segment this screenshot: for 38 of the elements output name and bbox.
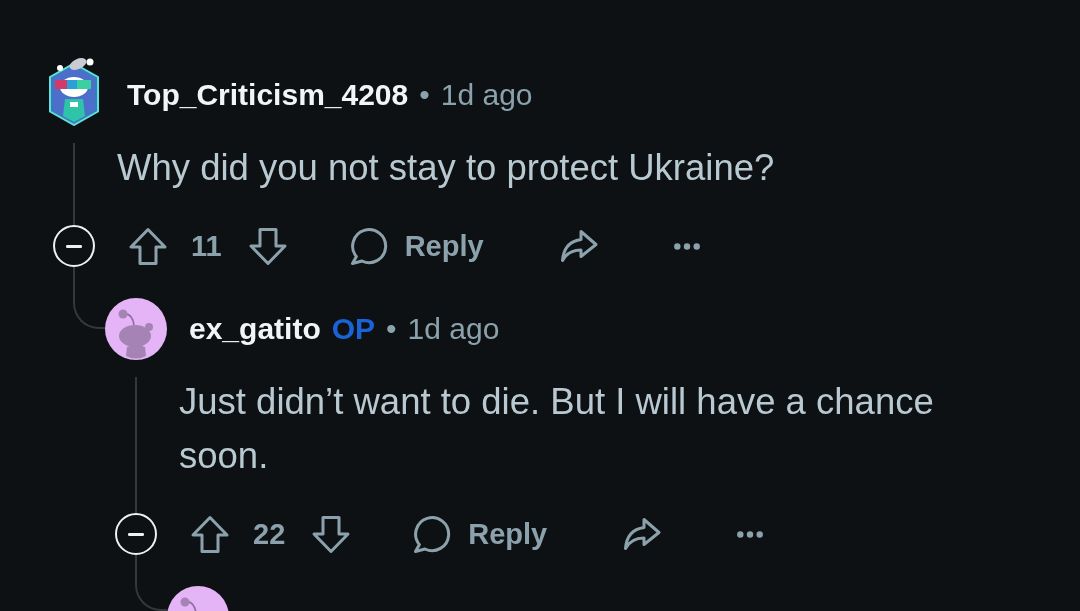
more-button[interactable] xyxy=(673,242,700,250)
ellipsis-icon xyxy=(673,242,700,250)
comment-text: Why did you not stay to protect Ukraine? xyxy=(116,146,776,190)
reply-button[interactable]: Reply xyxy=(411,514,548,554)
reply-button[interactable]: Reply xyxy=(347,226,484,266)
more-button[interactable] xyxy=(737,530,764,538)
down-arrow-icon xyxy=(247,226,288,266)
separator-dot: • xyxy=(419,77,430,113)
avatar-icon[interactable] xyxy=(105,298,167,360)
vote-count: 22 xyxy=(253,517,286,551)
upvote-button[interactable] xyxy=(190,514,230,554)
hexagon-avatar-icon[interactable] xyxy=(48,57,100,126)
separator-dot: • xyxy=(386,311,397,347)
comment-text: Just didn’t want to die. But I will have a chance soon. xyxy=(178,380,935,478)
up-arrow-icon xyxy=(190,514,230,554)
share-button[interactable] xyxy=(622,517,663,551)
collapse-button[interactable] xyxy=(115,513,157,555)
speech-bubble-icon xyxy=(411,514,452,554)
ellipsis-icon xyxy=(737,530,764,538)
upvote-button[interactable] xyxy=(128,226,168,266)
username-link[interactable]: Top_Criticism_4208 xyxy=(127,77,409,113)
timestamp: 1d ago xyxy=(440,77,533,113)
minus-icon xyxy=(128,532,144,536)
username-link[interactable]: ex_gatito xyxy=(189,311,321,347)
collapse-button[interactable] xyxy=(53,225,95,267)
share-icon xyxy=(622,517,663,551)
vote-count: 11 xyxy=(191,229,222,263)
thread-connector-line xyxy=(135,555,167,611)
minus-icon xyxy=(66,244,82,248)
share-icon xyxy=(558,229,599,263)
down-arrow-icon xyxy=(311,514,352,554)
up-arrow-icon xyxy=(128,226,168,266)
downvote-button[interactable] xyxy=(247,226,288,266)
avatar-icon[interactable] xyxy=(167,586,229,611)
op-label: OP xyxy=(331,311,376,347)
timestamp: 1d ago xyxy=(407,311,500,347)
downvote-button[interactable] xyxy=(311,514,352,554)
share-button[interactable] xyxy=(558,229,599,263)
